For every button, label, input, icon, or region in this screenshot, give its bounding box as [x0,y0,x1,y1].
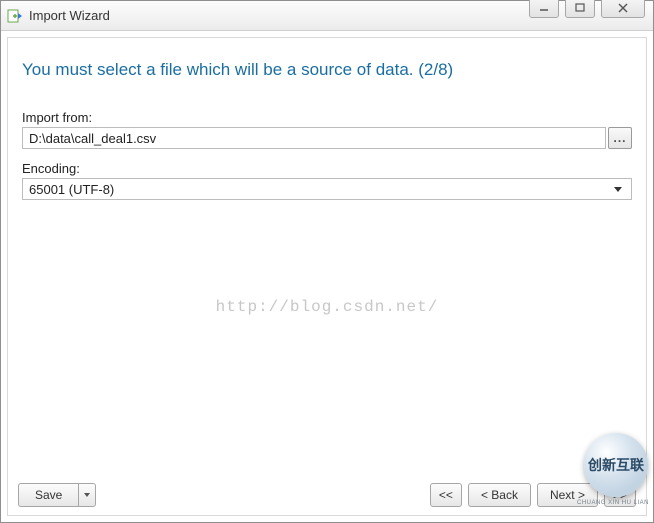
save-dropdown-button[interactable] [78,483,96,507]
browse-button[interactable]: ... [608,127,632,149]
save-button[interactable]: Save [18,483,78,507]
wizard-footer: Save << < Back Next > >> [8,477,646,515]
import-wizard-window: Import Wizard You must select a file whi… [0,0,654,523]
chevron-down-icon [84,493,90,497]
brand-logo-subtext: CHUANG XIN HU LIAN [577,500,649,506]
titlebar: Import Wizard [1,1,653,31]
brand-logo: 创新互联 [584,433,648,497]
import-from-label: Import from: [22,110,632,125]
form-area: Import from: ... Encoding: 65001 (UTF-8) [8,88,646,212]
maximize-button[interactable] [565,0,595,18]
watermark-text: http://blog.csdn.net/ [8,298,646,316]
window-title: Import Wizard [29,8,110,23]
window-controls [529,0,645,18]
first-page-button[interactable]: << [430,483,462,507]
page-heading: You must select a file which will be a s… [8,38,646,88]
encoding-value: 65001 (UTF-8) [29,182,114,197]
chevron-down-icon [614,187,622,192]
brand-logo-text: 创新互联 [588,455,644,475]
close-button[interactable] [601,0,645,18]
encoding-label: Encoding: [22,161,632,176]
back-button[interactable]: < Back [468,483,531,507]
encoding-select[interactable]: 65001 (UTF-8) [22,178,632,200]
app-icon [7,8,23,24]
save-split-button: Save [18,483,96,507]
import-from-input[interactable] [22,127,606,149]
minimize-button[interactable] [529,0,559,18]
wizard-content: You must select a file which will be a s… [7,37,647,516]
